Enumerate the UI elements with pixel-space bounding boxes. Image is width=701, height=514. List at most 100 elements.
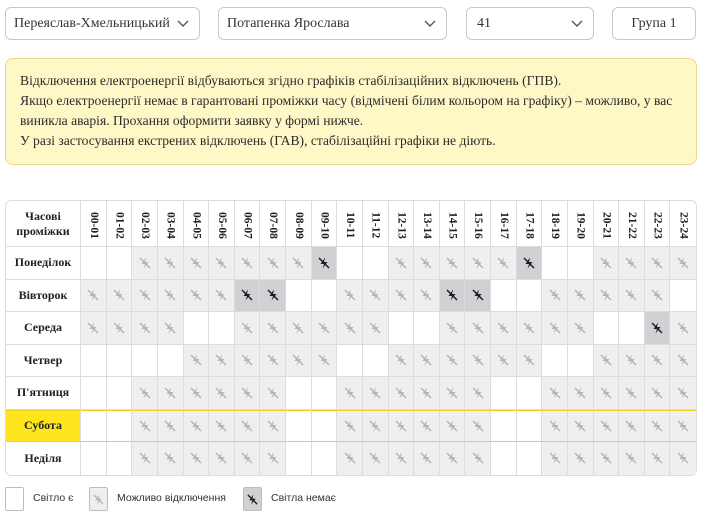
hour-header: 17-18 [516, 201, 543, 247]
slot-maybe [439, 377, 466, 410]
slot-on [362, 247, 389, 280]
notice-line-1: Відключення електроенергії відбуваються … [20, 73, 562, 88]
slot-maybe [644, 409, 671, 442]
power-off-maybe-icon [677, 452, 689, 464]
power-off-maybe-icon [267, 452, 279, 464]
slot-maybe [209, 377, 235, 410]
power-off-maybe-icon [677, 354, 689, 366]
slot-maybe [388, 344, 415, 377]
power-off-maybe-icon [87, 289, 99, 301]
power-off-maybe-icon [139, 289, 151, 301]
slot-maybe [542, 279, 568, 312]
slot-on [670, 280, 696, 312]
slot-maybe [260, 344, 286, 377]
slot-maybe [593, 409, 620, 442]
slot-maybe [644, 442, 671, 475]
power-off-maybe-icon [164, 322, 176, 334]
slot-maybe [439, 442, 466, 475]
slot-off [465, 279, 491, 312]
slot-maybe [491, 312, 517, 345]
power-off-maybe-icon [549, 322, 561, 334]
power-off-maybe-icon [344, 322, 356, 334]
power-off-maybe-icon [369, 322, 381, 334]
day-label: Вівторок [6, 279, 81, 312]
slot-maybe [234, 312, 261, 345]
slot-off [260, 279, 286, 312]
hour-header: 23-24 [670, 201, 696, 247]
slot-on [106, 409, 133, 442]
power-off-maybe-icon [677, 257, 689, 269]
slot-maybe [337, 279, 363, 312]
power-off-icon [267, 289, 279, 301]
slot-on [132, 344, 158, 377]
slot-maybe [362, 279, 389, 312]
slot-maybe [491, 247, 517, 280]
slot-maybe [414, 409, 440, 442]
hour-label: 15-16 [472, 211, 485, 239]
power-off-maybe-icon [241, 420, 253, 432]
slot-maybe [465, 312, 491, 345]
power-off-maybe-icon [395, 354, 407, 366]
power-off-maybe-icon [344, 420, 356, 432]
power-off-maybe-icon [215, 387, 227, 399]
street-select[interactable]: Потапенка Ярослава [218, 7, 447, 40]
power-off-maybe-icon [241, 354, 253, 366]
power-off-maybe-icon [600, 257, 612, 269]
slot-maybe [286, 312, 312, 345]
slot-maybe [132, 247, 158, 280]
slot-maybe [132, 442, 158, 475]
hour-header: 14-15 [439, 201, 466, 247]
slot-maybe [132, 377, 158, 410]
slot-maybe [337, 409, 363, 442]
power-off-maybe-icon [164, 387, 176, 399]
hour-header: 04-05 [183, 201, 210, 247]
slot-maybe [567, 409, 594, 442]
slot-maybe [260, 442, 286, 475]
hour-label: 21-22 [625, 211, 638, 239]
group-button[interactable]: Група 1 [612, 7, 696, 40]
chevron-down-icon [571, 8, 583, 28]
power-off-maybe-icon [267, 387, 279, 399]
legend-label-off: Світла немає [271, 492, 337, 504]
slot-on [516, 279, 543, 312]
hour-label: 02-03 [139, 211, 152, 239]
power-off-maybe-icon [190, 387, 202, 399]
power-off-maybe-icon [625, 387, 637, 399]
house-select[interactable]: 41 [466, 7, 594, 40]
day-label: Неділя [6, 442, 81, 475]
slot-maybe [414, 442, 440, 475]
power-off-maybe-icon [600, 289, 612, 301]
hour-header: 09-10 [311, 201, 338, 247]
slot-maybe [439, 312, 466, 345]
table-row: П'ятниця [6, 377, 696, 410]
slot-maybe [132, 279, 158, 312]
slot-maybe [209, 409, 235, 442]
slot-maybe [670, 442, 696, 475]
slot-maybe [311, 312, 338, 345]
notice-box: Відключення електроенергії відбуваються … [5, 58, 697, 165]
power-off-maybe-icon [472, 452, 484, 464]
slot-maybe [388, 279, 415, 312]
slot-on [209, 312, 235, 345]
power-off-maybe-icon [549, 289, 561, 301]
power-off-maybe-icon [139, 387, 151, 399]
power-off-maybe-icon [241, 387, 253, 399]
power-off-maybe-icon [497, 257, 509, 269]
hour-header: 02-03 [132, 201, 158, 247]
power-off-maybe-icon [574, 452, 586, 464]
hour-header: 21-22 [619, 201, 645, 247]
city-select[interactable]: Переяслав-Хмельницький [5, 7, 200, 40]
hour-header: 15-16 [465, 201, 491, 247]
hour-header: 12-13 [388, 201, 415, 247]
power-off-maybe-icon [318, 322, 330, 334]
power-off-maybe-icon [215, 257, 227, 269]
power-off-maybe-icon [600, 452, 612, 464]
hour-label: 10-11 [344, 211, 357, 239]
legend-swatch-on [5, 487, 24, 511]
slot-on [337, 247, 363, 280]
street-value: Потапенка Ярослава [227, 16, 350, 31]
table-row: Субота [6, 409, 696, 442]
slot-maybe [132, 409, 158, 442]
slot-on [516, 409, 543, 442]
hour-label: 11-12 [369, 211, 382, 239]
